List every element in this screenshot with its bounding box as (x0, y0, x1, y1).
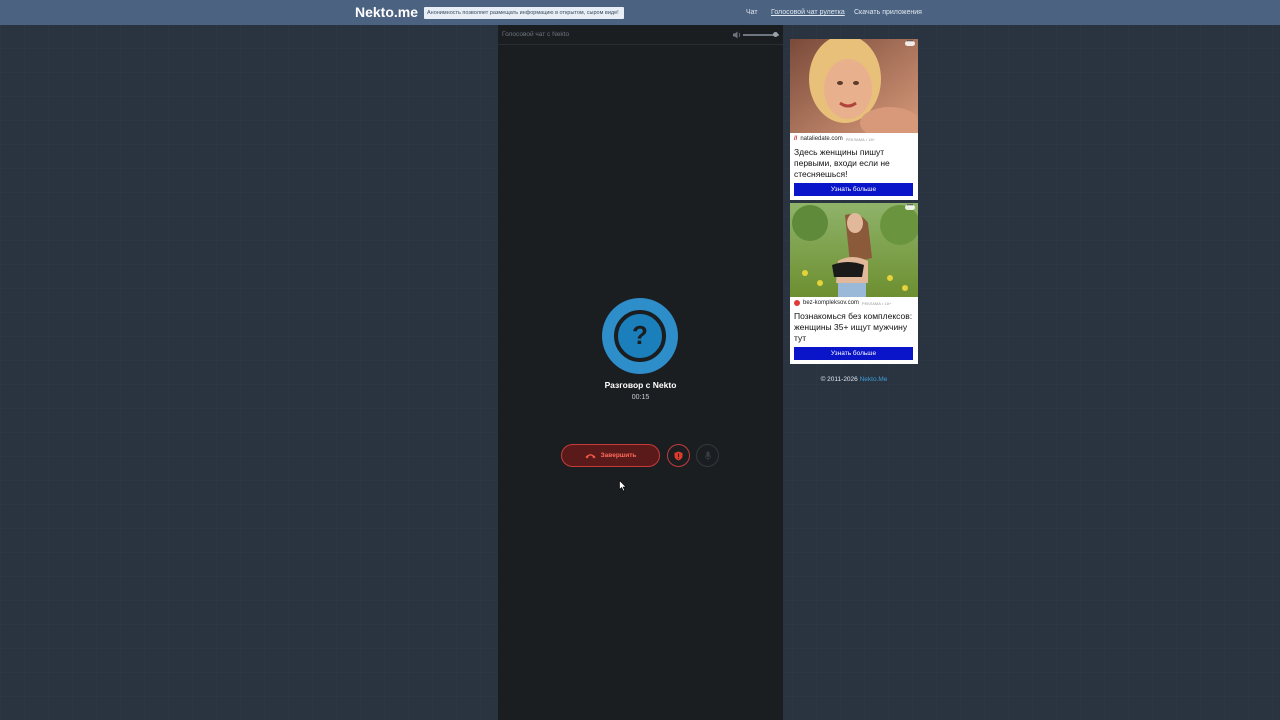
ad-cta-button[interactable]: Узнать больше (794, 347, 913, 360)
mute-microphone-button[interactable] (696, 444, 719, 467)
ad-menu-icon[interactable]: ••• (905, 39, 915, 46)
microphone-icon (704, 451, 711, 460)
question-mark-icon: ? (632, 320, 648, 350)
nav-voice-chat[interactable]: Голосовой чат рулетка (771, 9, 845, 16)
nav-download-apps[interactable]: Скачать приложения (854, 9, 922, 16)
ad-source-domain: nataliedate.com (800, 136, 843, 142)
call-timer: 00:15 (631, 394, 650, 401)
ad-headline[interactable]: Познакомься без комплексов: женщины 35+ … (794, 311, 916, 344)
ad-image-woman-portrait[interactable] (790, 39, 918, 133)
panel-header: Голосовой чат с Nekto (498, 25, 783, 45)
source-favicon-icon (794, 300, 800, 306)
ad-tag: РЕКЛАМА • 18+ (861, 300, 892, 306)
call-title: Разговор с Nekto (604, 380, 677, 390)
mouse-cursor-icon (619, 480, 627, 492)
nav-chat[interactable]: Чат (746, 9, 758, 16)
ad-cta-button[interactable]: Узнать больше (794, 183, 913, 196)
notice-banner: Анонимность позволяет размещать информац… (424, 7, 624, 19)
volume-icon[interactable] (732, 30, 742, 40)
end-call-button[interactable]: Завершить (561, 444, 660, 467)
footer: © 2011-2026 Nekto.Me (790, 376, 918, 383)
ad-card-2[interactable]: ••• bez-kompleksov.com РЕКЛАМА • 18+ Поз… (790, 203, 918, 364)
panel-title: Голосовой чат с Nekto (502, 31, 570, 38)
ad-source-domain: bez-kompleksov.com (803, 300, 859, 306)
ad-tag: РЕКЛАМА • 18+ (845, 136, 876, 142)
partner-avatar: ? (602, 298, 678, 374)
ad-source[interactable]: // nataliedate.com РЕКЛАМА • 18+ (794, 136, 875, 142)
end-call-label: Завершить (600, 452, 637, 459)
footer-site-link[interactable]: Nekto.Me (860, 376, 888, 383)
avatar-inner-ring: ? (614, 310, 666, 362)
site-logo[interactable]: Nekto.me (355, 4, 418, 20)
hang-up-icon (585, 453, 596, 458)
report-button[interactable] (667, 444, 690, 467)
ad-card-1[interactable]: ••• // nataliedate.com РЕКЛАМА • 18+ Зде… (790, 39, 918, 200)
shield-icon (674, 451, 683, 460)
ad-source[interactable]: bez-kompleksov.com РЕКЛАМА • 18+ (794, 300, 891, 306)
ad-menu-icon[interactable]: ••• (905, 203, 915, 210)
voice-chat-panel: Голосовой чат с Nekto ? Разговор с Nekto… (498, 25, 783, 720)
ad-headline[interactable]: Здесь женщины пишут первыми, входи если … (794, 147, 916, 180)
ad-image-woman-field[interactable] (790, 203, 918, 297)
top-header: Nekto.me Анонимность позволяет размещать… (0, 0, 1280, 25)
volume-knob[interactable] (772, 32, 778, 37)
source-favicon-icon: // (794, 136, 798, 142)
copyright-text: © 2011-2026 (820, 376, 858, 383)
